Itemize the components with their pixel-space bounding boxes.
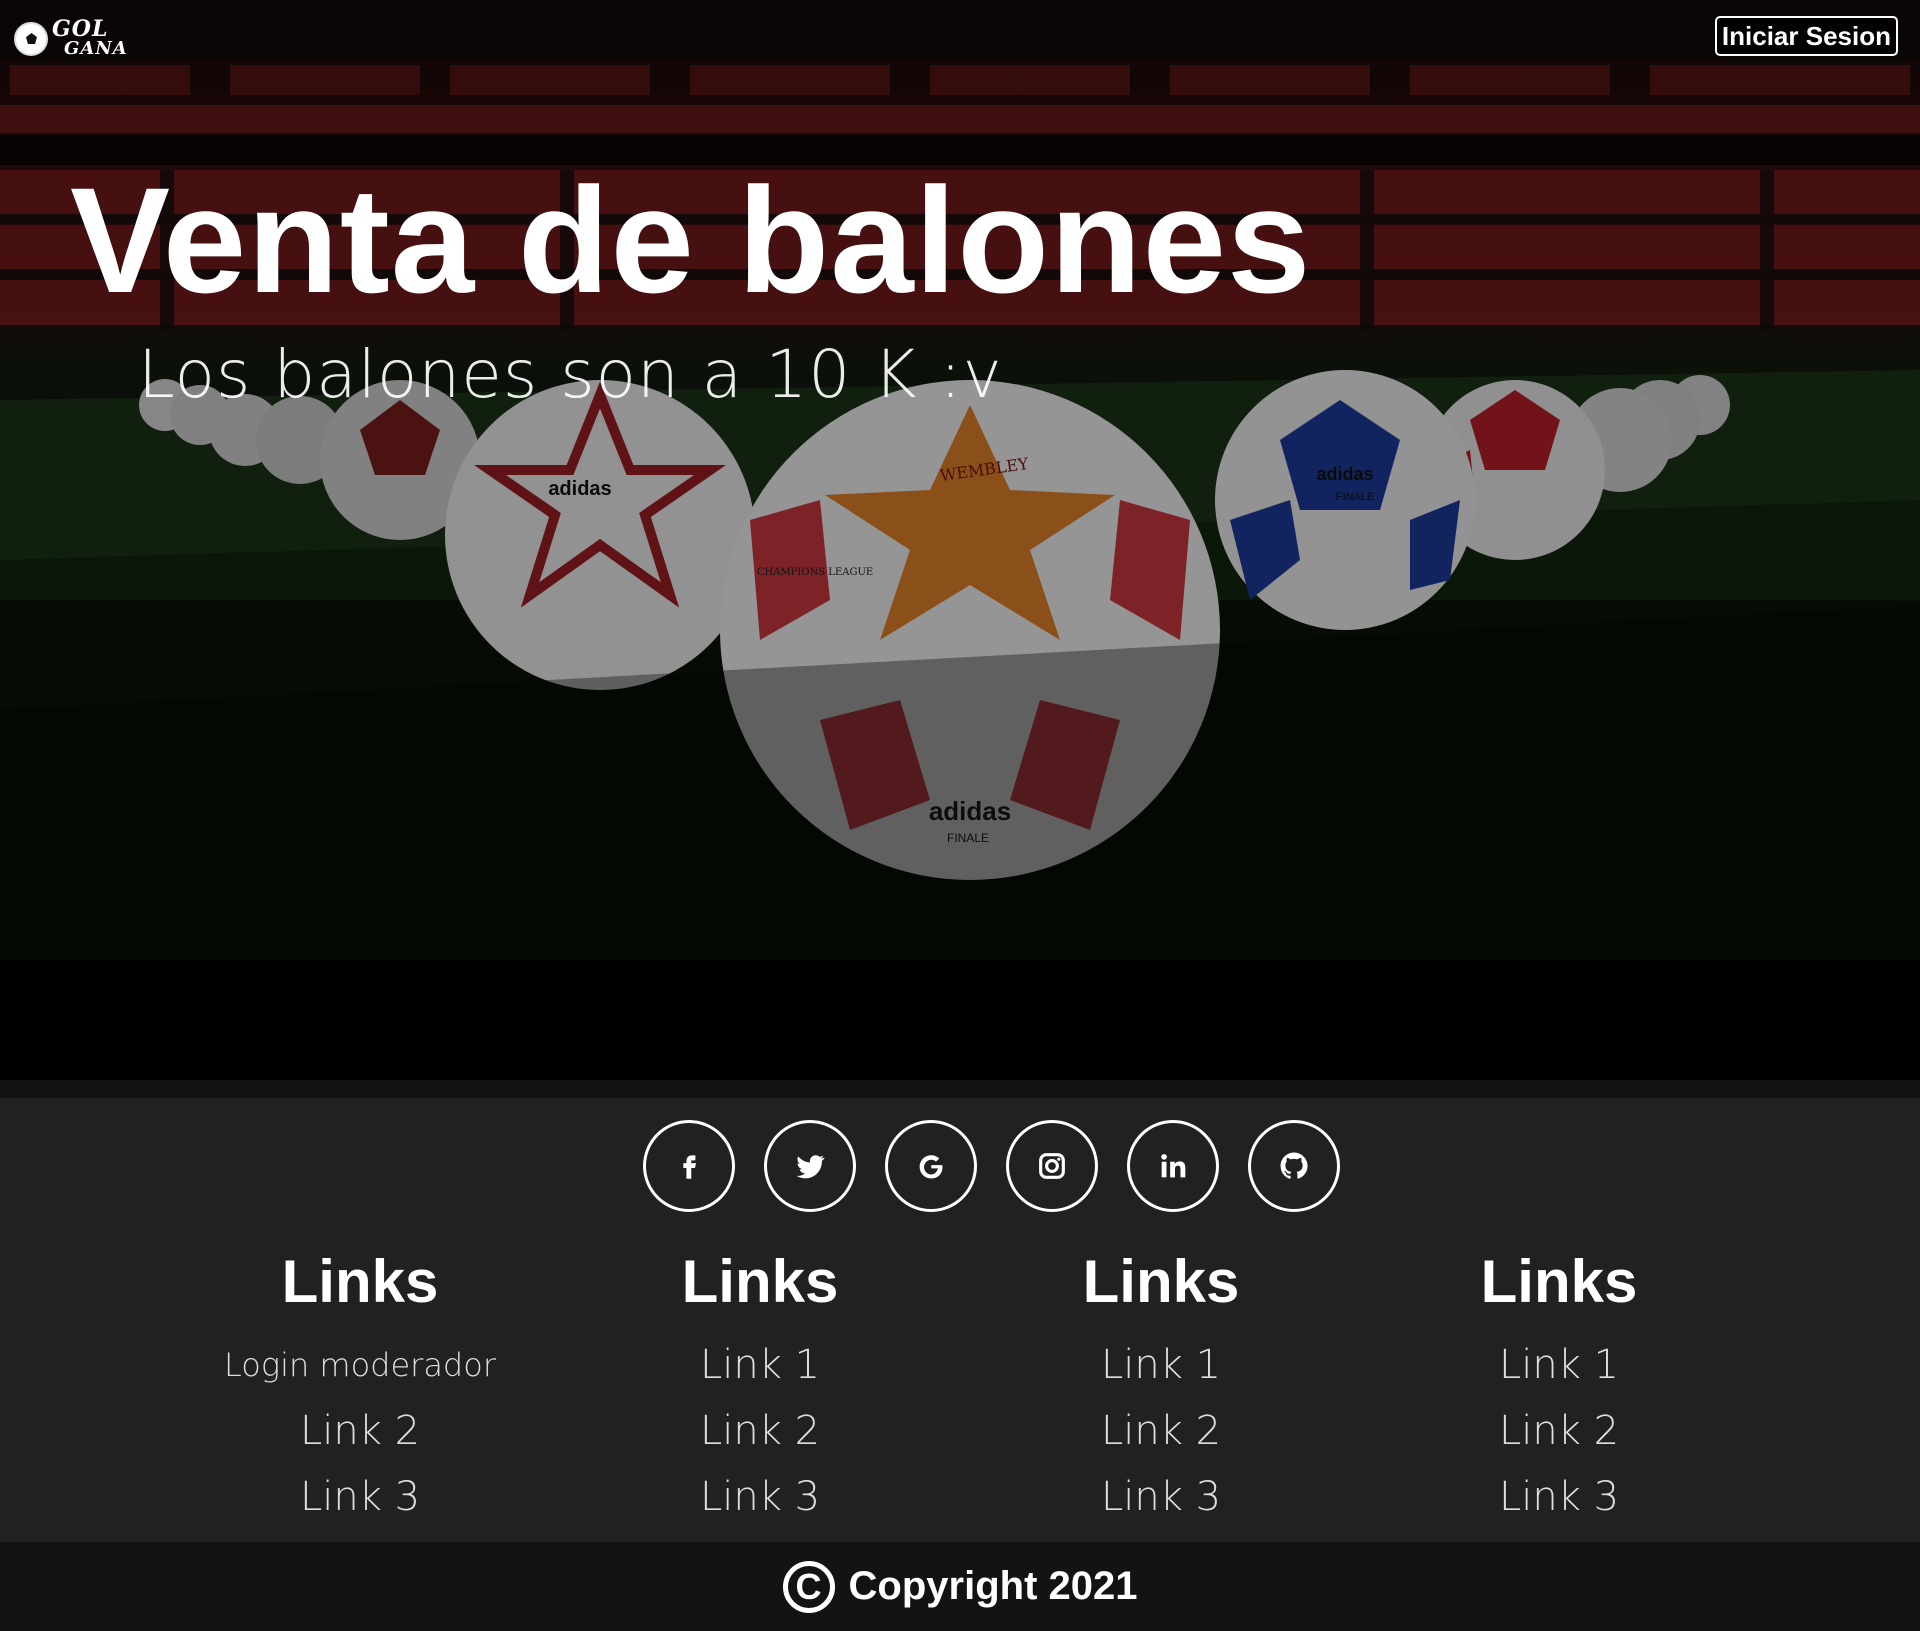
instagram-button[interactable]	[1006, 1120, 1098, 1212]
footer-link[interactable]: Link 1	[1399, 1332, 1719, 1398]
facebook-button[interactable]	[643, 1120, 735, 1212]
login-button[interactable]: Iniciar Sesion	[1714, 16, 1898, 56]
logo-line-2: GANA	[64, 38, 128, 59]
footer: Links Login moderador Link 2 Link 3 Link…	[0, 1098, 1920, 1542]
footer-link[interactable]: Link 2	[1001, 1398, 1321, 1464]
twitter-icon	[796, 1155, 825, 1179]
social-links	[643, 1120, 1340, 1212]
footer-link[interactable]: Link 3	[200, 1464, 520, 1530]
hero-subtitle: Los balones son a 10 K :v	[138, 336, 1003, 413]
linkedin-button[interactable]	[1127, 1120, 1219, 1212]
footer-link[interactable]: Link 3	[1001, 1464, 1321, 1530]
copyright-icon: C	[782, 1560, 835, 1613]
hero-banner: adidas FINALE adidas WEMBLEY adidas FINA…	[0, 0, 1920, 960]
footer-column-4: Links Link 1 Link 2 Link 3	[1399, 1246, 1719, 1530]
footer-link-login-moderador[interactable]: Login moderador	[200, 1332, 520, 1398]
footer-divider	[0, 1080, 1920, 1098]
facebook-icon	[683, 1155, 697, 1179]
soccer-ball-icon	[14, 22, 48, 56]
footer-link[interactable]: Link 2	[200, 1398, 520, 1464]
footer-link[interactable]: Link 2	[600, 1398, 920, 1464]
github-icon	[1280, 1152, 1308, 1179]
instagram-icon	[1039, 1153, 1065, 1179]
footer-column-title: Links	[281, 1248, 439, 1315]
google-icon	[919, 1155, 943, 1179]
twitter-button[interactable]	[764, 1120, 856, 1212]
hero-title: Venta de balones	[70, 156, 1312, 324]
copyright-text: Copyright 2021	[848, 1564, 1138, 1608]
google-button[interactable]	[885, 1120, 977, 1212]
footer-column-title: Links	[1082, 1248, 1240, 1315]
footer-column-title: Links	[681, 1248, 839, 1315]
footer-link[interactable]: Link 3	[1399, 1464, 1719, 1530]
footer-column-2: Links Link 1 Link 2 Link 3	[600, 1246, 920, 1530]
site-logo[interactable]: GOL GANA	[14, 14, 128, 64]
footer-link[interactable]: Link 3	[600, 1464, 920, 1530]
footer-link[interactable]: Link 1	[1001, 1332, 1321, 1398]
footer-column-title: Links	[1480, 1248, 1638, 1315]
linkedin-icon	[1161, 1154, 1186, 1178]
hero-dim-overlay	[0, 0, 1920, 960]
hero-bottom-band	[0, 960, 1920, 1080]
logo-line-1: GOL	[52, 16, 109, 42]
footer-column-3: Links Link 1 Link 2 Link 3	[1001, 1246, 1321, 1530]
github-button[interactable]	[1248, 1120, 1340, 1212]
footer-link[interactable]: Link 1	[600, 1332, 920, 1398]
footer-link[interactable]: Link 2	[1399, 1398, 1719, 1464]
logo-wordmark: GOL GANA	[52, 16, 128, 59]
footer-column-1: Links Login moderador Link 2 Link 3	[200, 1246, 520, 1530]
copyright-bar: C Copyright 2021	[0, 1542, 1920, 1631]
